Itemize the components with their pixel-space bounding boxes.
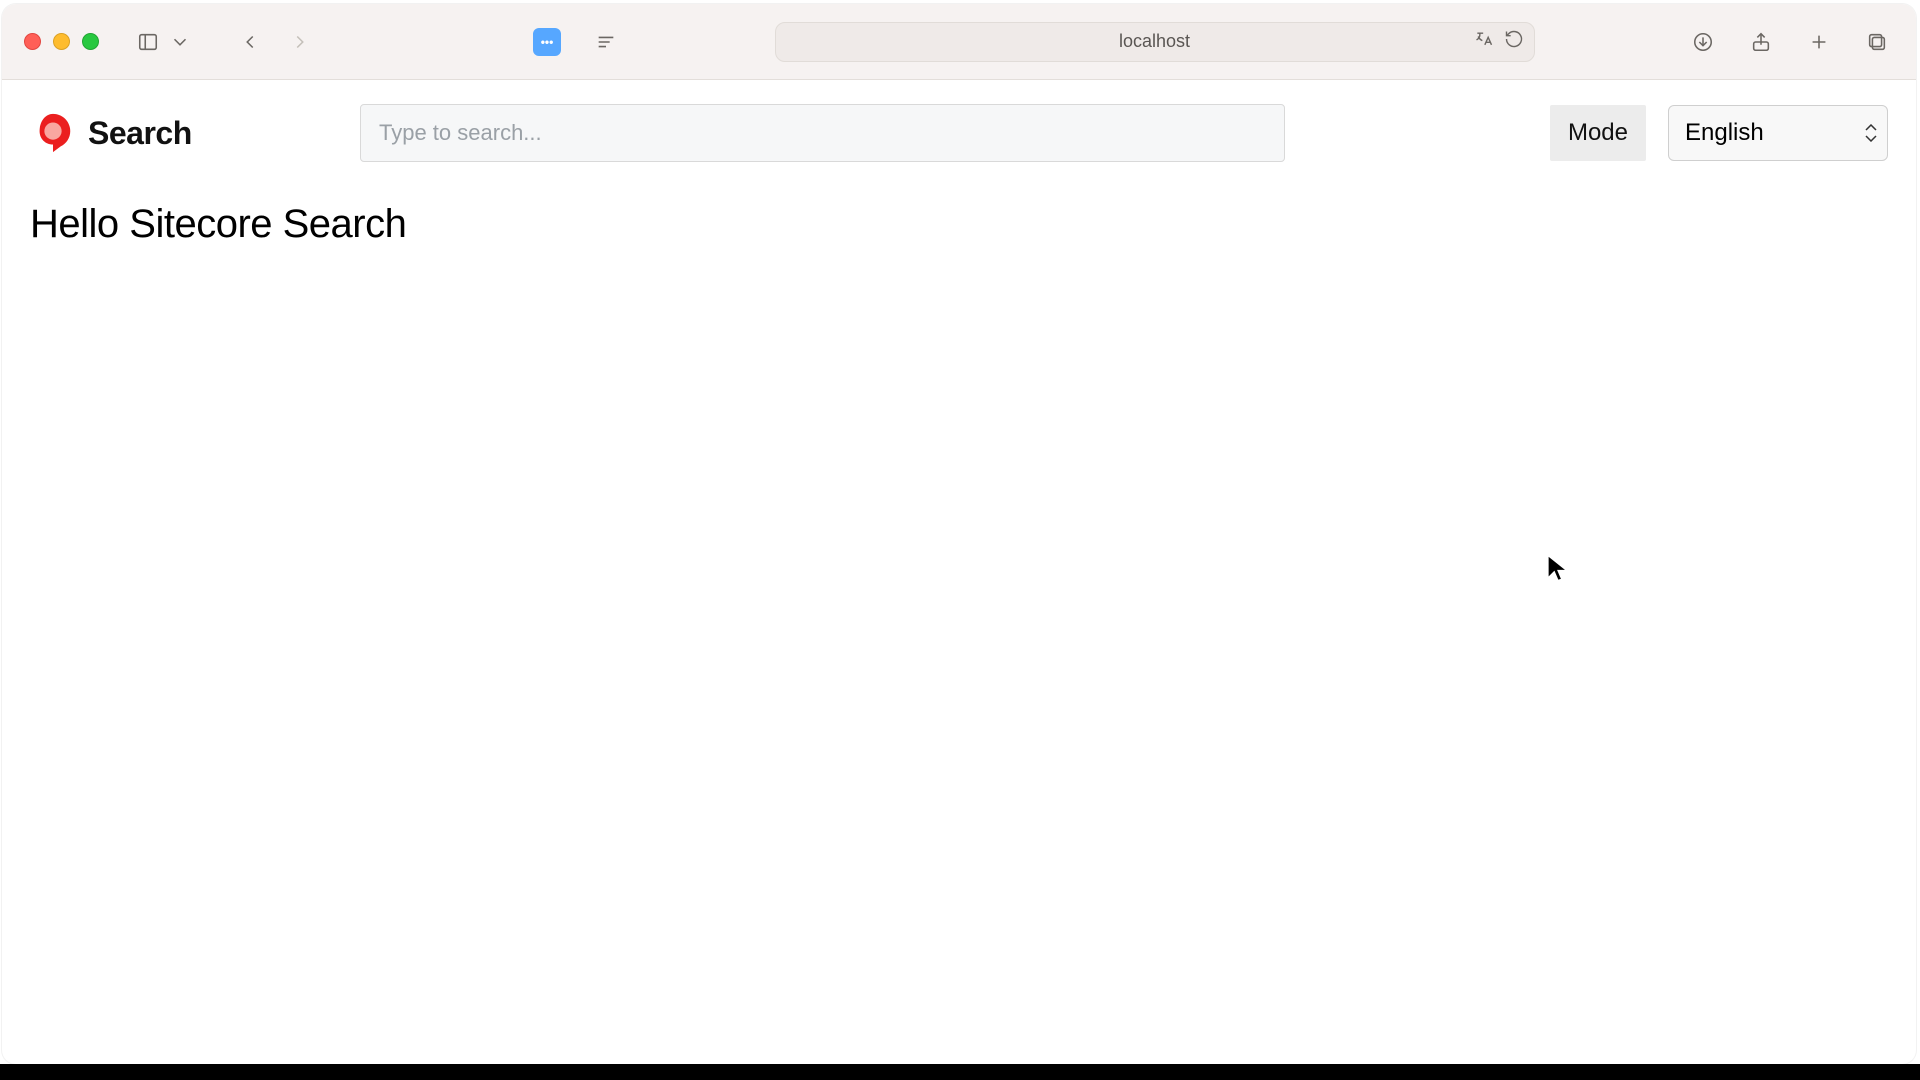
- downloads-button[interactable]: [1686, 25, 1720, 59]
- window-controls: [24, 33, 99, 50]
- reader-mode-button[interactable]: [589, 25, 623, 59]
- app-header: Search Mode English: [2, 80, 1916, 180]
- share-button[interactable]: [1744, 25, 1778, 59]
- page-content: Search Mode English Hello Sitecore Searc…: [2, 80, 1916, 269]
- search-input[interactable]: [360, 104, 1285, 162]
- reload-icon[interactable]: [1504, 29, 1524, 54]
- select-caret-icon: [1865, 106, 1877, 160]
- back-button[interactable]: [233, 25, 267, 59]
- close-window-button[interactable]: [24, 33, 41, 50]
- language-select[interactable]: English: [1668, 105, 1888, 161]
- logo-text: Search: [88, 115, 192, 152]
- sitecore-logo-icon: [30, 110, 76, 156]
- sidebar-toggle-button[interactable]: [131, 25, 165, 59]
- sidebar-menu-button[interactable]: [169, 25, 191, 59]
- address-bar[interactable]: localhost: [775, 22, 1535, 62]
- minimize-window-button[interactable]: [53, 33, 70, 50]
- browser-window: ••• localhost: [2, 4, 1916, 1064]
- tab-overview-button[interactable]: [1860, 25, 1894, 59]
- maximize-window-button[interactable]: [82, 33, 99, 50]
- forward-button[interactable]: [283, 25, 317, 59]
- browser-toolbar: ••• localhost: [2, 4, 1916, 80]
- language-selected-value: English: [1685, 119, 1764, 147]
- new-tab-button[interactable]: [1802, 25, 1836, 59]
- translate-icon[interactable]: [1474, 29, 1494, 54]
- mode-toggle-button[interactable]: Mode: [1550, 105, 1646, 161]
- page-heading: Hello Sitecore Search: [2, 180, 1916, 269]
- logo[interactable]: Search: [30, 110, 340, 156]
- background-strip: [0, 1064, 1920, 1080]
- extension-badge[interactable]: •••: [533, 28, 561, 56]
- address-text: localhost: [1119, 31, 1190, 52]
